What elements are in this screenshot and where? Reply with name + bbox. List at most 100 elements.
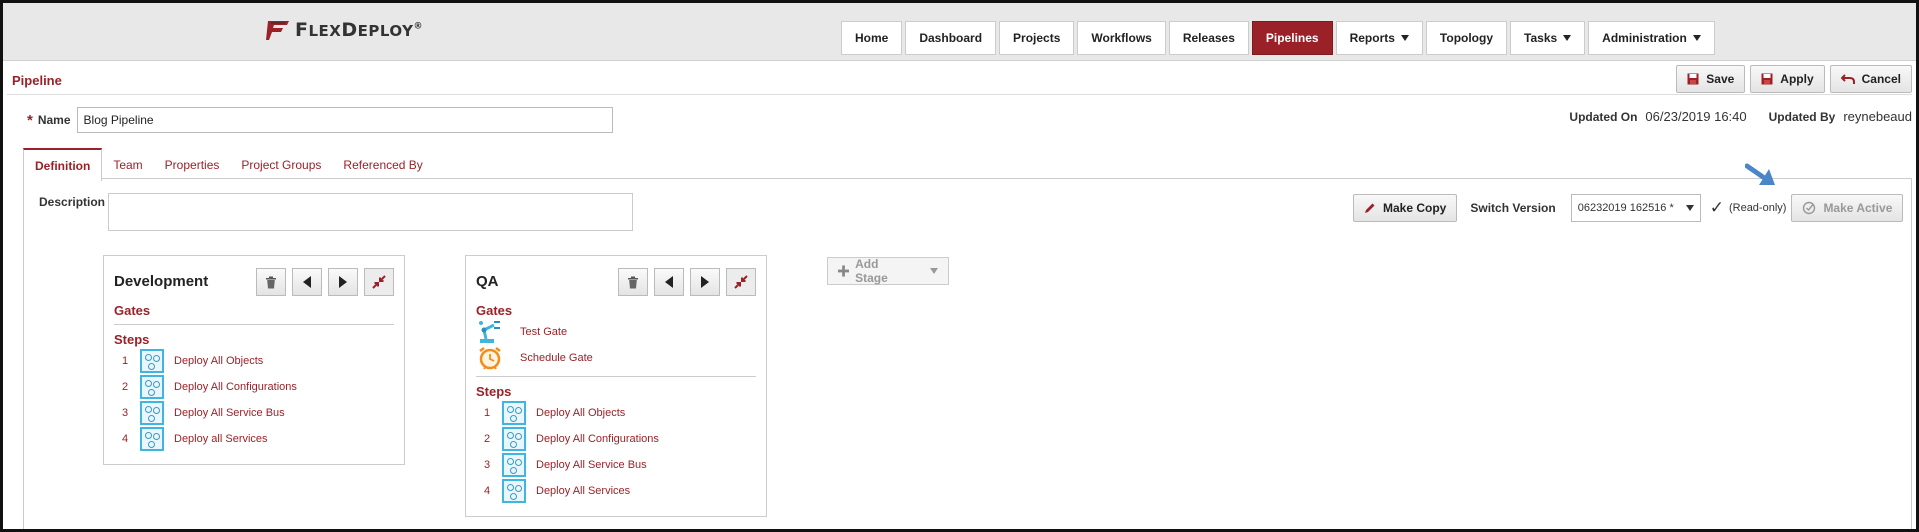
collapse-stage-button[interactable] [364, 268, 394, 296]
step-row[interactable]: 4 Deploy all Services [114, 427, 268, 451]
tab-definition[interactable]: Definition [23, 148, 103, 181]
make-active-button[interactable]: Make Active [1791, 194, 1904, 222]
update-meta: Updated On 06/23/2019 16:40 Updated By rey… [1569, 109, 1912, 124]
triangle-right-icon [701, 276, 709, 288]
logo-text: FLEXDEPLOY® [295, 19, 423, 41]
step-row[interactable]: 2 Deploy All Configurations [476, 427, 659, 451]
save-button[interactable]: Save [1676, 65, 1746, 93]
workflow-step-icon [502, 401, 526, 425]
gate-row[interactable]: Schedule Gate [476, 346, 593, 370]
stage-name: QA [476, 273, 499, 290]
tab-referenced-by[interactable]: Referenced By [332, 149, 433, 180]
plus-icon [838, 265, 850, 277]
steps-title: Steps [476, 384, 512, 399]
top-header: FLEXDEPLOY® Home Dashboard Projects Workflo… [3, 3, 1916, 61]
gate-label: Test Gate [520, 326, 568, 338]
step-number: 4 [483, 485, 491, 497]
step-number: 1 [483, 407, 491, 419]
chevron-down-icon [1400, 35, 1409, 41]
tab-project-groups[interactable]: Project Groups [230, 149, 332, 180]
main-nav: Home Dashboard Projects Workflows Releases Pi… [841, 21, 1715, 55]
nav-tasks[interactable]: Tasks [1510, 21, 1586, 55]
gates-title: Gates [114, 303, 151, 318]
check-icon: ✓ [1709, 198, 1724, 217]
section-divider [476, 376, 756, 377]
nav-topology[interactable]: Topology [1425, 21, 1508, 55]
description-input[interactable] [108, 193, 633, 231]
trash-icon [266, 276, 276, 288]
step-row[interactable]: 3 Deploy All Service Bus [476, 453, 647, 477]
stage-header: QA [476, 268, 756, 296]
delete-stage-button[interactable] [618, 268, 648, 296]
switch-version-label: Switch Version [1470, 201, 1556, 215]
nav-pipelines[interactable]: Pipelines [1251, 21, 1333, 55]
pencil-icon [1365, 203, 1375, 213]
delete-stage-button[interactable] [256, 268, 286, 296]
stage-card-qa: QA Gates Test Gate Schedule Gate Steps 1… [465, 255, 767, 517]
name-label: Name [37, 113, 71, 127]
nav-workflows[interactable]: Workflows [1077, 21, 1166, 55]
nav-dashboard[interactable]: Dashboard [905, 21, 997, 55]
nav-reports[interactable]: Reports [1335, 21, 1423, 55]
annotation-arrow-icon [1745, 163, 1775, 185]
name-row: * Name [27, 107, 613, 133]
step-row[interactable]: 3 Deploy All Service Bus [114, 401, 285, 425]
move-right-button[interactable] [328, 268, 358, 296]
workflow-step-icon [502, 453, 526, 477]
flexdeploy-logo[interactable]: FLEXDEPLOY® [265, 17, 423, 43]
step-row[interactable]: 2 Deploy All Configurations [114, 375, 297, 399]
chevron-down-icon[interactable] [930, 268, 938, 274]
updated-by: Updated By reynebeaud [1768, 109, 1912, 124]
description-label: Description [39, 195, 106, 209]
workflow-step-icon [140, 375, 164, 399]
add-stage-button[interactable]: Add Stage [827, 257, 949, 285]
step-row[interactable]: 4 Deploy All Services [476, 479, 630, 503]
step-label: Deploy All Configurations [174, 381, 297, 393]
version-bar: Make Copy Switch Version 06232019 162516… [1353, 194, 1904, 222]
cancel-button[interactable]: Cancel [1829, 65, 1912, 93]
workflow-step-icon [502, 479, 526, 503]
workflow-step-icon [140, 349, 164, 373]
page-title: Pipeline [12, 73, 62, 88]
gate-label: Schedule Gate [520, 352, 593, 364]
undo-icon [1840, 74, 1855, 84]
stage-name: Development [114, 273, 209, 290]
step-number: 2 [121, 381, 129, 393]
chevron-down-icon [1685, 205, 1694, 211]
step-label: Deploy All Services [536, 485, 631, 497]
title-divider [7, 94, 1912, 95]
step-number: 1 [121, 355, 129, 367]
nav-home[interactable]: Home [841, 21, 903, 55]
readonly-label: (Read-only) [1728, 202, 1787, 214]
chevron-down-icon [1563, 35, 1572, 41]
nav-releases[interactable]: Releases [1168, 21, 1249, 55]
workflow-step-icon [140, 427, 164, 451]
step-number: 4 [121, 433, 129, 445]
name-input[interactable] [76, 107, 613, 133]
collapse-arrows-icon [734, 275, 748, 289]
workflow-step-icon [502, 427, 526, 451]
step-row[interactable]: 1 Deploy All Objects [476, 401, 625, 425]
trash-icon [628, 276, 638, 288]
page-actions: Save Apply Cancel [1676, 65, 1912, 93]
steps-title: Steps [114, 332, 150, 347]
step-label: Deploy all Services [174, 433, 268, 445]
step-number: 2 [483, 433, 491, 445]
move-left-button[interactable] [654, 268, 684, 296]
make-copy-button[interactable]: Make Copy [1353, 194, 1458, 222]
step-label: Deploy All Objects [174, 355, 264, 367]
version-select[interactable]: 06232019 162516 * [1570, 194, 1701, 222]
step-row[interactable]: 1 Deploy All Objects [114, 349, 263, 373]
chevron-down-icon [1692, 35, 1701, 41]
apply-button[interactable]: Apply [1750, 65, 1825, 93]
nav-administration[interactable]: Administration [1588, 21, 1715, 55]
gate-row[interactable]: Test Gate [476, 320, 567, 344]
app-frame: FLEXDEPLOY® Home Dashboard Projects Workflo… [0, 0, 1919, 532]
tab-team[interactable]: Team [102, 149, 153, 180]
move-left-button[interactable] [292, 268, 322, 296]
triangle-right-icon [339, 276, 347, 288]
tab-properties[interactable]: Properties [154, 149, 231, 180]
nav-projects[interactable]: Projects [999, 21, 1075, 55]
move-right-button[interactable] [690, 268, 720, 296]
collapse-stage-button[interactable] [726, 268, 756, 296]
